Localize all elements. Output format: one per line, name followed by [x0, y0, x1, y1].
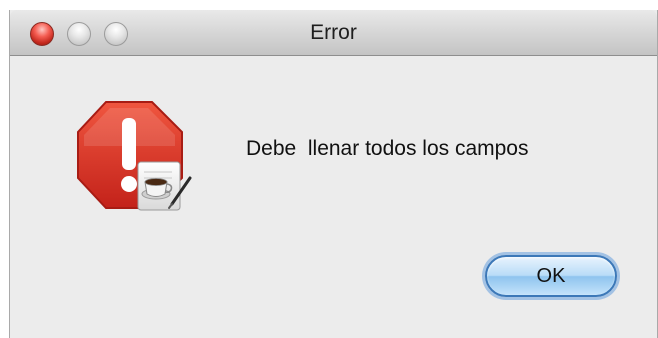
error-dialog-window: Error Debe llenar todos los campos OK	[9, 10, 658, 338]
ok-button[interactable]: OK	[485, 255, 617, 297]
window-title: Error	[310, 21, 357, 44]
stop-alert-icon	[77, 101, 192, 211]
title-bar[interactable]: Error	[10, 10, 657, 56]
error-message: Debe llenar todos los campos	[246, 137, 529, 160]
